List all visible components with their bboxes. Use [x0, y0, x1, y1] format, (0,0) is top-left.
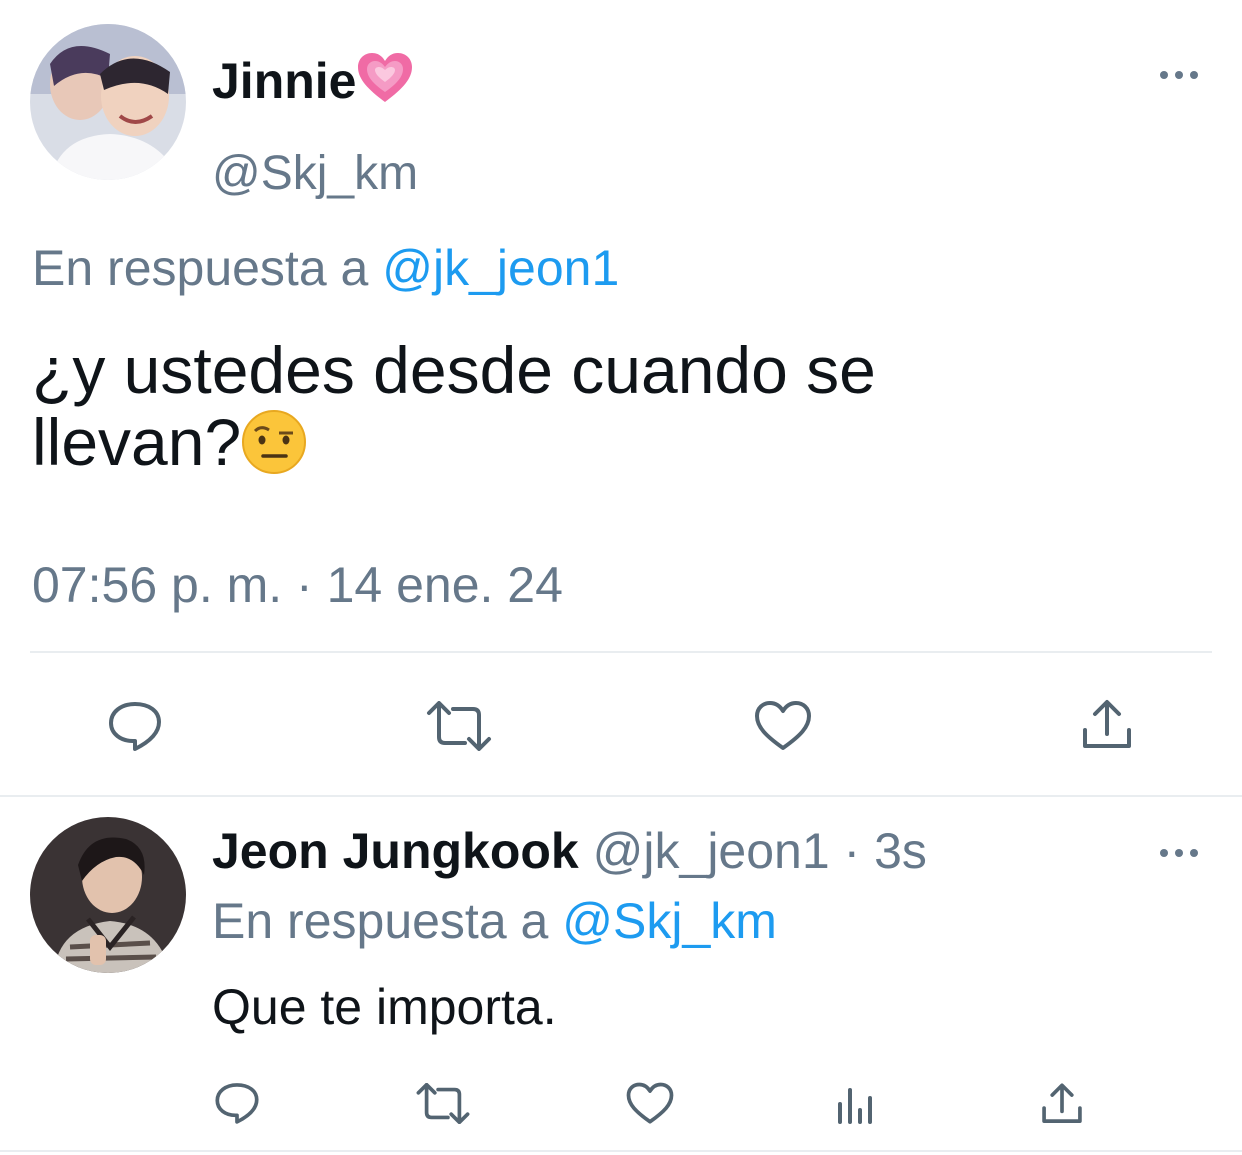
display-name-jungkook[interactable]: Jeon Jungkook	[212, 823, 579, 879]
reply-context: En respuesta a @jk_jeon1	[32, 238, 619, 298]
reply-prefix: En respuesta a	[32, 240, 369, 296]
more-options-icon[interactable]	[1156, 60, 1202, 90]
views-icon[interactable]	[832, 1082, 878, 1126]
reply-prefix-2: En respuesta a	[212, 893, 549, 949]
avatar-jungkook[interactable]	[30, 817, 186, 973]
more-options-icon-reply[interactable]	[1156, 838, 1202, 868]
display-name-jinnie[interactable]: Jinnie	[212, 52, 414, 115]
divider-bottom	[0, 1150, 1242, 1152]
reply-to-link[interactable]: @jk_jeon1	[382, 240, 619, 296]
like-icon[interactable]	[752, 698, 814, 754]
reply-icon[interactable]	[104, 698, 166, 754]
tweet-text: ¿y ustedes desde cuando se llevan?	[32, 334, 876, 488]
tweet-text-line2-wrap: llevan?	[32, 406, 876, 488]
reply-context-2: En respuesta a @Skj_km	[212, 892, 777, 950]
display-name-text: Jinnie	[212, 53, 357, 109]
reply-to-link-2[interactable]: @Skj_km	[562, 893, 777, 949]
tweet-timestamp[interactable]: 07:56 p. m. · 14 ene. 24	[32, 555, 563, 615]
growing-heart-emoji	[356, 52, 414, 115]
handle-jinnie[interactable]: @Skj_km	[212, 146, 418, 202]
divider-middle	[0, 795, 1242, 797]
reply-icon-small[interactable]	[213, 1080, 261, 1126]
face-with-raised-eyebrow-emoji	[241, 409, 307, 488]
divider-top	[30, 651, 1212, 653]
share-icon-small[interactable]	[1038, 1080, 1086, 1128]
handle-time-jungkook[interactable]: @jk_jeon1 · 3s	[593, 823, 927, 879]
tweet-text-line2: llevan?	[32, 405, 242, 479]
tweet-text-line1: ¿y ustedes desde cuando se	[32, 333, 876, 407]
avatar-jinnie[interactable]	[30, 24, 186, 180]
retweet-icon[interactable]	[424, 700, 494, 752]
share-icon[interactable]	[1078, 696, 1136, 754]
reply-header: Jeon Jungkook @jk_jeon1 · 3s	[212, 822, 927, 880]
retweet-icon-small[interactable]	[414, 1082, 472, 1124]
reply-text: Que te importa.	[212, 979, 557, 1035]
like-icon-small[interactable]	[625, 1080, 675, 1126]
